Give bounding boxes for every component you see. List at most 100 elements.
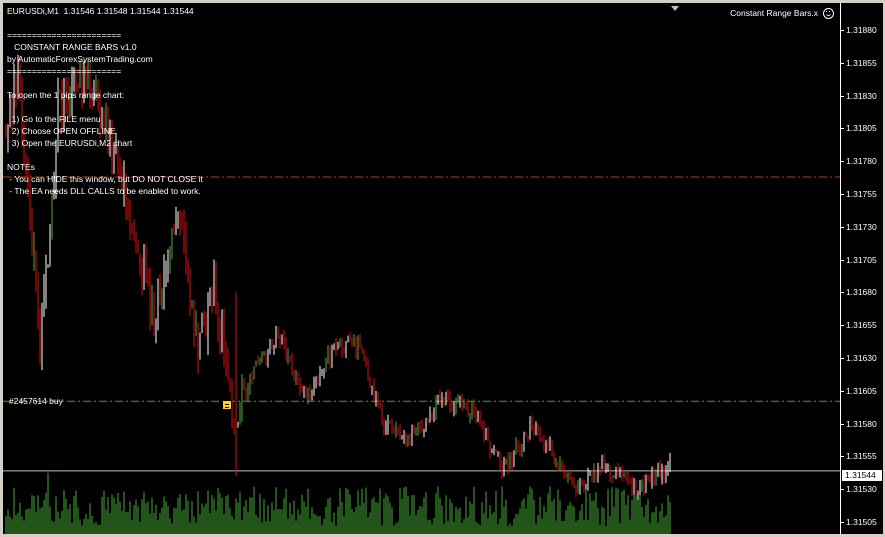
candle-body	[653, 471, 655, 480]
candle-body	[637, 493, 639, 495]
candle-body	[517, 442, 519, 450]
candle-body	[339, 342, 341, 347]
candle-body	[363, 349, 365, 362]
candle-body	[411, 430, 413, 442]
price-tick	[841, 522, 844, 523]
candle-body	[315, 381, 317, 385]
candle-body	[367, 365, 369, 381]
candle-body	[597, 466, 599, 477]
candle-body	[357, 339, 359, 353]
candle-body	[193, 304, 195, 329]
candle-body	[199, 332, 201, 360]
candle-body	[51, 197, 53, 234]
candle-body	[491, 449, 493, 452]
candle-body	[47, 265, 49, 268]
candle-body	[283, 335, 285, 343]
ea-smiley-icon[interactable]	[823, 8, 834, 19]
candle-body	[259, 358, 261, 365]
candle-body	[105, 110, 107, 122]
ea-name-label: Constant Range Bars.x	[730, 8, 818, 18]
candle-body	[607, 465, 609, 467]
price-label: 1.31730	[846, 221, 877, 232]
candle-body	[303, 389, 305, 392]
order-open-arrow-icon[interactable]	[222, 400, 232, 410]
candle-body	[485, 429, 487, 438]
candle-body	[133, 225, 135, 237]
candle-body	[557, 462, 559, 469]
candle-body	[311, 389, 313, 395]
candle-body	[595, 470, 597, 477]
price-tick	[841, 128, 844, 130]
candle-body	[253, 366, 255, 379]
candle-body	[529, 422, 531, 439]
candle-body	[519, 449, 521, 451]
candle-body	[417, 423, 419, 429]
ea-comment-line: 1) Go to the FILE menu	[7, 114, 101, 124]
candle-body	[299, 378, 301, 389]
price-label: 1.31680	[846, 287, 877, 298]
chart-shift-marker-icon[interactable]	[671, 6, 679, 11]
price-tick	[841, 95, 844, 97]
candle-body	[137, 241, 139, 254]
candle-body	[337, 346, 339, 348]
chart-area[interactable]: EURUSDi,M1 1.31546 1.31548 1.31544 1.315…	[3, 3, 840, 534]
price-tick	[841, 423, 844, 425]
candle-body	[343, 351, 345, 353]
candle-body	[385, 427, 387, 430]
candle-body	[635, 483, 637, 495]
candle-body	[273, 346, 275, 348]
candle-body	[503, 464, 505, 472]
candle-body	[655, 472, 657, 480]
candle-body	[667, 466, 669, 469]
price-tick	[841, 62, 844, 64]
candle-body	[403, 436, 405, 438]
candle-body	[301, 388, 303, 392]
candle-body	[31, 221, 33, 253]
candle-body	[395, 427, 397, 431]
price-label: 1.31880	[846, 25, 877, 35]
candle-body	[561, 462, 563, 469]
price-label: 1.31655	[846, 320, 877, 331]
symbol-info-header: EURUSDi,M1 1.31546 1.31548 1.31544 1.315…	[7, 6, 194, 16]
candle-body	[161, 296, 163, 304]
candle-body	[467, 404, 469, 416]
candle-body	[233, 421, 235, 432]
candle-body	[151, 296, 153, 323]
candle-body	[267, 352, 269, 361]
candle-body	[451, 405, 453, 410]
candle-body	[579, 484, 581, 488]
candle-body	[171, 229, 173, 251]
candle-body	[135, 236, 137, 242]
candle-body	[563, 468, 565, 475]
candle-body	[537, 428, 539, 434]
candle-body	[279, 338, 281, 344]
candle-body	[147, 268, 149, 281]
candle-body	[527, 435, 529, 439]
candle-body	[423, 430, 425, 432]
candle-body	[627, 477, 629, 481]
candle-body	[37, 285, 39, 315]
price-axis[interactable]: 1.31880 1.31855 1.31830 1.31805 1.31780 1.317…	[840, 3, 883, 534]
candle-body	[157, 280, 159, 324]
candle-body	[359, 339, 361, 347]
candle-body	[321, 370, 323, 372]
candle-body	[639, 486, 641, 494]
candle-body	[547, 442, 549, 449]
candle-body	[413, 430, 415, 433]
candle-body	[221, 324, 223, 349]
candle-body	[613, 475, 615, 478]
price-tick	[841, 358, 844, 359]
candle-body	[247, 389, 249, 397]
candle-body	[181, 216, 183, 223]
candle-body	[333, 344, 335, 348]
candle-body	[119, 167, 121, 169]
candle-body	[341, 342, 343, 352]
candlestick-chart[interactable]	[3, 3, 840, 534]
candle-body	[569, 474, 571, 478]
candle-body	[599, 466, 601, 468]
price-tick	[841, 194, 844, 195]
candle-body	[443, 397, 445, 405]
candle-body	[195, 323, 197, 329]
candle-body	[513, 451, 515, 464]
candle-body	[307, 391, 309, 397]
